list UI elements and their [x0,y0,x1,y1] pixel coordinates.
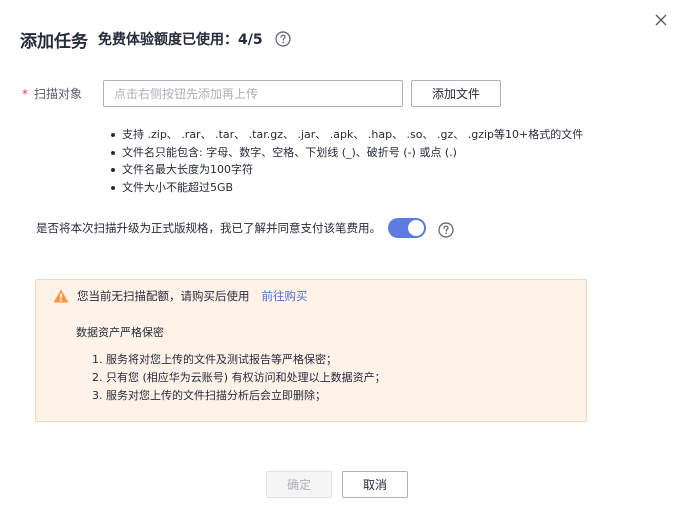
close-icon[interactable] [653,12,669,28]
help-circle-icon[interactable] [275,31,291,47]
notice-item: 1. 服务将对您上传的文件及测试报告等严格保密； [92,353,337,366]
dialog-header: 添加任务 免费体验额度已使用：4/5 [20,27,291,52]
toggle-knob [408,220,424,236]
cancel-button[interactable]: 取消 [342,471,408,498]
quota-notice: 您当前无扫描配额，请购买后使用 前往购买 数据资产严格保密 1. 服务将对您上传… [35,279,587,422]
confirm-button[interactable]: 确定 [266,471,332,498]
file-rules-list: 支持 .zip、 .rar、 .tar、 .tar.gz、 .jar、 .apk… [108,126,583,196]
dialog-title: 添加任务 [20,31,88,52]
notice-item: 3. 服务对您上传的文件扫描分析后会立即删除； [92,389,326,402]
scan-target-input[interactable] [103,80,403,107]
notice-header: 您当前无扫描配额，请购买后使用 前往购买 [53,288,308,304]
add-task-dialog: 添加任务 免费体验额度已使用：4/5 * 扫描对象 添加文件 支持 .zip、 … [0,0,679,514]
scan-target-row: * 扫描对象 添加文件 [22,80,501,107]
help-circle-icon[interactable] [438,222,454,238]
warning-triangle-icon [53,289,69,303]
notice-list: 1. 服务将对您上传的文件及测试报告等严格保密； 2. 只有您 (相应华为云账号… [92,351,386,405]
notice-item: 2. 只有您 (相应华为云账号) 有权访问和处理以上数据资产； [92,371,386,384]
file-rule-item: 文件名只能包含: 字母、数字、空格、下划线 (_)、破折号 (-) 或点 (.) [108,144,583,162]
upgrade-row: 是否将本次扫描升级为正式版规格，我已了解并同意支付该笔费用。 [36,217,454,239]
upgrade-toggle[interactable] [388,218,426,238]
file-rule-item: 文件大小不能超过5GB [108,179,583,197]
scan-target-label: 扫描对象 [34,87,83,101]
upgrade-label: 是否将本次扫描升级为正式版规格，我已了解并同意支付该笔费用。 [36,221,381,235]
file-rule-item: 文件名最大长度为100字符 [108,161,583,179]
notice-message: 您当前无扫描配额，请购买后使用 [77,289,250,303]
dialog-footer: 确定 取消 [266,471,408,498]
required-mark: * [22,86,28,101]
quota-usage: 免费体验额度已使用：4/5 [98,32,263,48]
file-rule-item: 支持 .zip、 .rar、 .tar、 .tar.gz、 .jar、 .apk… [108,126,583,144]
notice-subtitle: 数据资产严格保密 [76,326,164,339]
buy-link[interactable]: 前往购买 [262,288,308,304]
add-file-button[interactable]: 添加文件 [411,80,501,107]
